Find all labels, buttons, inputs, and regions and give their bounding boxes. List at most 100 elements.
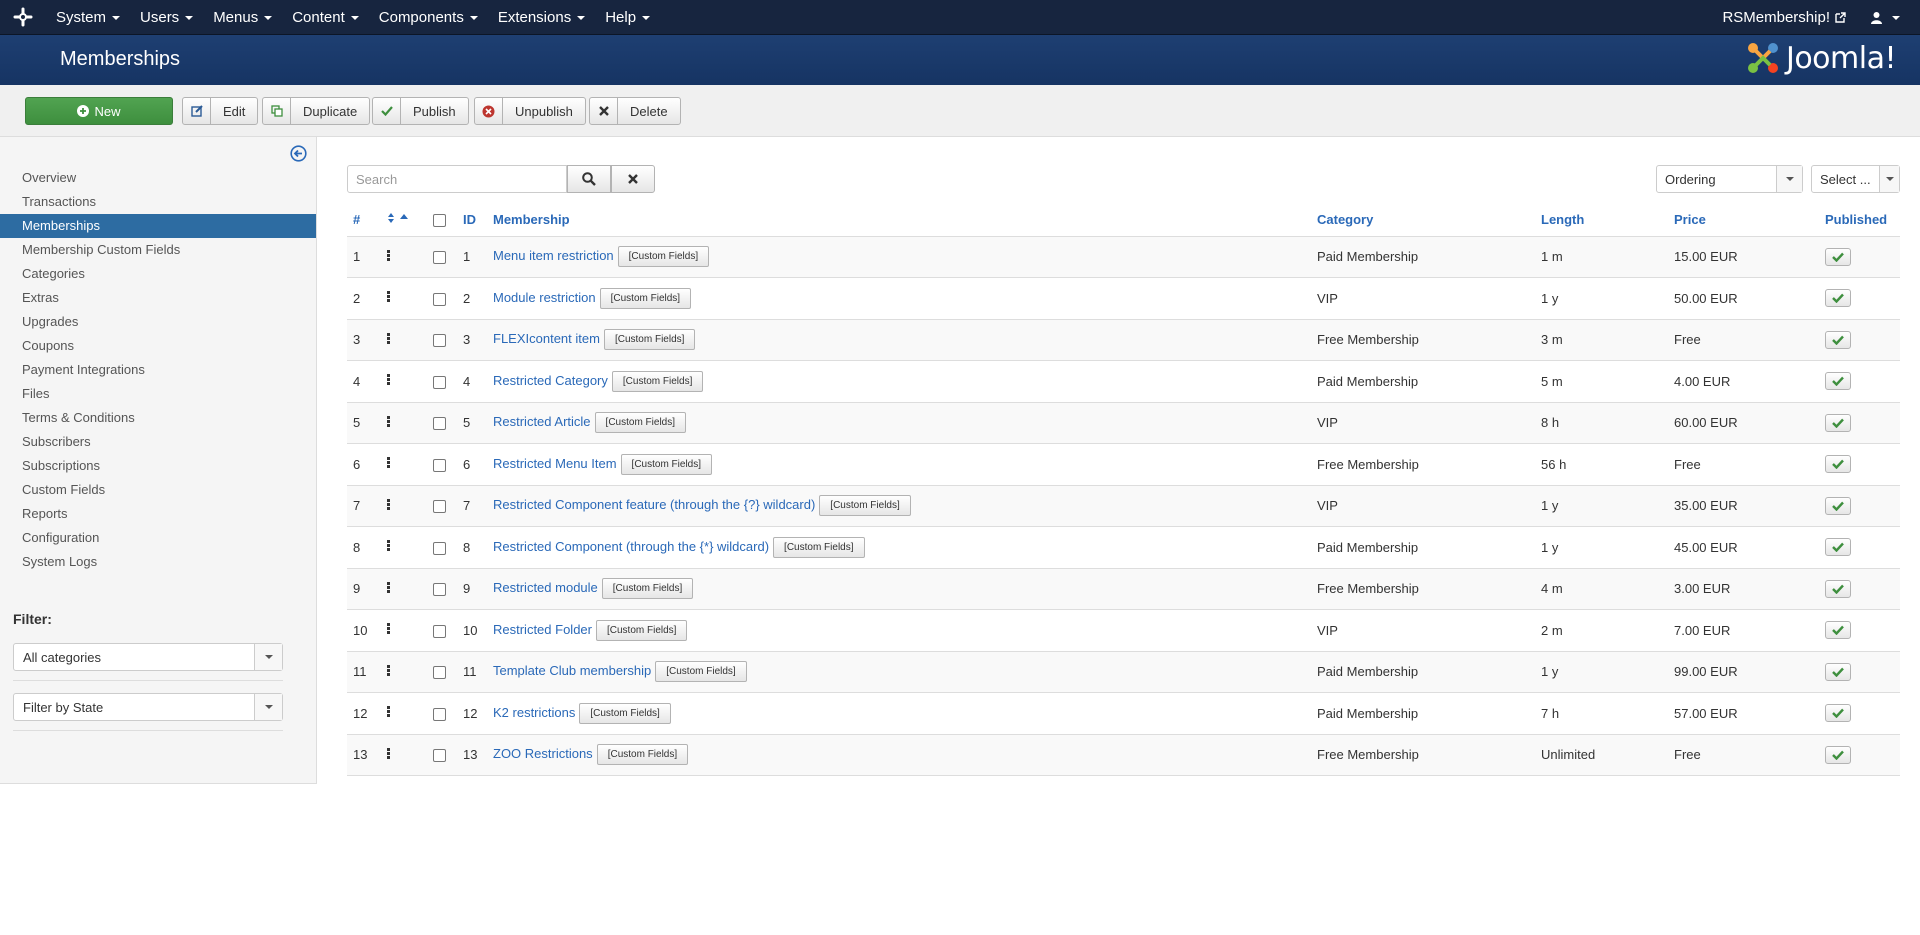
row-select[interactable] [427,236,457,278]
published-toggle[interactable] [1825,330,1851,349]
sidebar-item-reports[interactable]: Reports [0,502,316,526]
col-ordering[interactable] [381,204,427,237]
sidebar-item-membership-custom-fields[interactable]: Membership Custom Fields [0,238,316,262]
menu-menus[interactable]: Menus [203,0,282,35]
row-checkbox[interactable] [433,458,446,472]
menu-components[interactable]: Components [369,0,488,35]
custom-fields-button[interactable]: [Custom Fields] [773,536,865,558]
select-all-checkbox[interactable] [433,214,446,228]
row-checkbox[interactable] [433,749,446,763]
published-toggle[interactable] [1825,413,1851,432]
row-checkbox[interactable] [433,334,446,348]
row-select[interactable] [427,319,457,361]
membership-link[interactable]: Template Club membership [493,663,651,678]
row-checkbox[interactable] [433,375,446,389]
sidebar-item-files[interactable]: Files [0,382,316,406]
drag-handle[interactable] [381,236,427,278]
membership-link[interactable]: Menu item restriction [493,248,614,263]
drag-handle[interactable] [381,692,427,735]
row-checkbox[interactable] [433,666,446,680]
row-select[interactable] [427,360,457,403]
drag-handle[interactable] [381,734,427,776]
drag-handle[interactable] [381,443,427,486]
membership-link[interactable]: ZOO Restrictions [493,746,593,761]
search-input[interactable] [347,165,567,193]
published-toggle[interactable] [1825,372,1851,391]
drag-handle[interactable] [381,360,427,403]
state-filter-select[interactable]: Filter by State [13,693,283,721]
custom-fields-button[interactable]: [Custom Fields] [603,329,696,351]
sidebar-item-subscriptions[interactable]: Subscriptions [0,454,316,478]
menu-content[interactable]: Content [282,0,369,35]
col-published[interactable]: Published [1819,204,1900,237]
row-checkbox[interactable] [433,417,446,431]
row-checkbox[interactable] [433,500,446,514]
published-toggle[interactable] [1825,621,1851,640]
drag-handle[interactable] [381,402,427,444]
membership-link[interactable]: Restricted Category [493,373,608,388]
membership-link[interactable]: K2 restrictions [493,705,575,720]
row-select[interactable] [427,277,457,320]
row-checkbox[interactable] [433,251,446,265]
sidebar-item-system-logs[interactable]: System Logs [0,550,316,574]
published-toggle[interactable] [1825,289,1851,308]
custom-fields-button[interactable]: [Custom Fields] [599,287,692,309]
row-select[interactable] [427,651,457,693]
drag-handle[interactable] [381,526,427,569]
new-button[interactable]: New [25,97,173,125]
published-toggle[interactable] [1825,704,1851,723]
published-toggle[interactable] [1825,496,1851,515]
publish-button[interactable]: Publish [372,97,469,125]
col-category[interactable]: Category [1311,204,1535,237]
duplicate-button[interactable]: Duplicate [262,97,371,125]
custom-fields-button[interactable]: [Custom Fields] [617,246,710,268]
row-checkbox[interactable] [433,624,446,638]
row-select[interactable] [427,609,457,652]
sidebar-item-overview[interactable]: Overview [0,166,316,190]
membership-link[interactable]: Restricted module [493,580,598,595]
published-toggle[interactable] [1825,247,1851,266]
drag-handle[interactable] [381,609,427,652]
site-link[interactable]: RSMembership! [1708,0,1860,35]
drag-handle[interactable] [381,651,427,693]
custom-fields-button[interactable]: [Custom Fields] [601,578,694,600]
membership-link[interactable]: Restricted Component feature (through th… [493,497,815,512]
drag-handle[interactable] [381,568,427,610]
row-checkbox[interactable] [433,583,446,597]
published-toggle[interactable] [1825,579,1851,598]
sidebar-collapse-icon[interactable] [290,145,307,165]
sidebar-item-transactions[interactable]: Transactions [0,190,316,214]
custom-fields-button[interactable]: [Custom Fields] [655,661,747,683]
row-select[interactable] [427,526,457,569]
drag-handle[interactable] [381,319,427,361]
sidebar-item-payment-integrations[interactable]: Payment Integrations [0,358,316,382]
drag-handle[interactable] [381,277,427,320]
membership-link[interactable]: Restricted Article [493,414,591,429]
user-menu[interactable] [1860,0,1920,35]
custom-fields-button[interactable]: [Custom Fields] [579,702,671,724]
custom-fields-button[interactable]: [Custom Fields] [596,744,689,766]
drag-handle[interactable] [381,485,427,527]
joomla-home-icon[interactable] [0,0,46,35]
published-toggle[interactable] [1825,455,1851,474]
ordering-select[interactable]: Ordering [1656,165,1803,193]
category-filter-select[interactable]: All categories [13,643,283,671]
custom-fields-button[interactable]: [Custom Fields] [594,412,687,434]
delete-button[interactable]: Delete [589,97,681,125]
sidebar-item-categories[interactable]: Categories [0,262,316,286]
membership-link[interactable]: Restricted Component (through the {*} wi… [493,539,769,554]
sidebar-item-custom-fields[interactable]: Custom Fields [0,478,316,502]
col-id[interactable]: ID [457,204,487,237]
menu-users[interactable]: Users [130,0,203,35]
published-toggle[interactable] [1825,745,1851,764]
col-select-all[interactable] [427,204,457,237]
membership-link[interactable]: Restricted Folder [493,622,592,637]
row-select[interactable] [427,734,457,776]
membership-link[interactable]: FLEXIcontent item [493,331,600,346]
custom-fields-button[interactable]: [Custom Fields] [819,495,911,517]
custom-fields-button[interactable]: [Custom Fields] [611,370,704,392]
sidebar-item-subscribers[interactable]: Subscribers [0,430,316,454]
unpublish-button[interactable]: Unpublish [474,97,586,125]
row-select[interactable] [427,402,457,444]
sidebar-item-memberships[interactable]: Memberships [0,214,316,238]
